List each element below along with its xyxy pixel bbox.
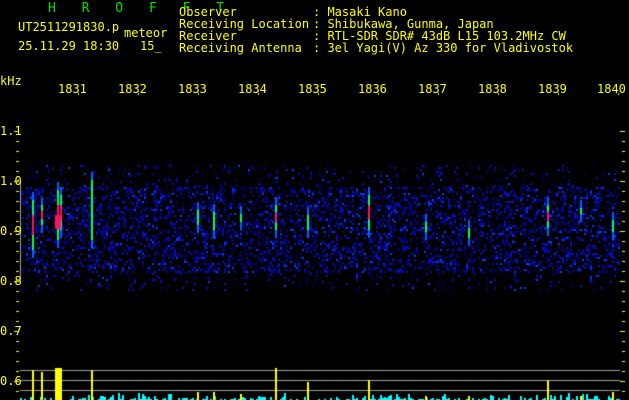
x-tick-label: 1839 xyxy=(538,82,566,96)
x-tick-label: 1834 xyxy=(238,82,266,96)
y-unit-label: kHz xyxy=(0,74,22,88)
y-tick-label: 0.6 xyxy=(0,374,22,388)
x-tick-label: 1832 xyxy=(118,82,146,96)
spectrogram-canvas xyxy=(0,0,629,400)
mode-label: meteor xyxy=(124,26,168,40)
y-tick-label: 0.8 xyxy=(0,274,22,288)
x-tick-label: 1838 xyxy=(478,82,506,96)
datetime: 25.11.29 18:30 xyxy=(18,39,120,53)
antenna-value: : 3el Yagi(V) Az 330 for Vladivostok xyxy=(313,41,574,55)
y-tick-label: 0.7 xyxy=(0,324,22,338)
x-tick-label: 1831 xyxy=(58,82,86,96)
x-tick-label: 1835 xyxy=(298,82,326,96)
interval: 15_ xyxy=(140,39,162,53)
x-tick-label: 1833 xyxy=(178,82,206,96)
x-tick-label: 1837 xyxy=(418,82,446,96)
x-tick-label: 1836 xyxy=(358,82,386,96)
filename: UT2511291830.png xyxy=(18,21,120,33)
x-tick-label: 1840 xyxy=(597,82,625,96)
antenna-label: Receiving Antenna xyxy=(179,41,302,55)
y-tick-label: 1.1 xyxy=(0,124,22,138)
y-tick-label: 0.9 xyxy=(0,224,22,238)
y-tick-label: 1.0 xyxy=(0,174,22,188)
